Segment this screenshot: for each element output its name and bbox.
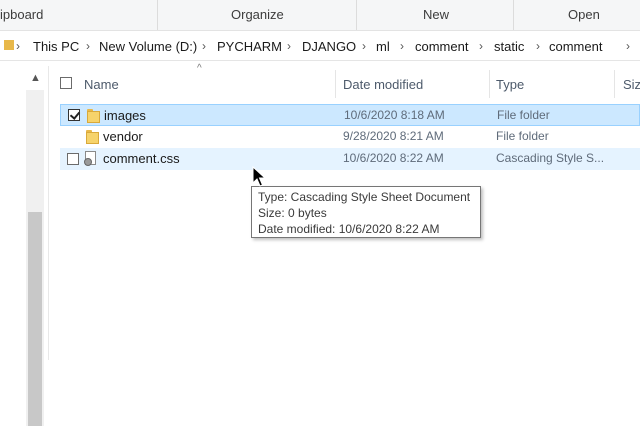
tooltip-size: Size: 0 bytes	[258, 206, 327, 220]
chevron-right-icon[interactable]: ›	[626, 39, 630, 53]
row-checkbox[interactable]	[67, 153, 79, 165]
file-date-modified: 9/28/2020 8:21 AM	[343, 129, 444, 143]
chevron-right-icon[interactable]: ›	[536, 39, 540, 53]
mouse-cursor-icon	[252, 165, 267, 191]
address-bar[interactable]: › This PC › New Volume (D:) › PYCHARM › …	[0, 34, 640, 61]
file-name: vendor	[103, 129, 143, 144]
column-divider[interactable]	[335, 70, 336, 98]
column-header-row: ^ Name Date modified Type Size	[52, 63, 640, 100]
ribbon-group-clipboard: ipboard	[0, 7, 44, 22]
chevron-right-icon[interactable]: ›	[362, 39, 366, 53]
ribbon-divider	[513, 0, 514, 30]
nav-scrollbar-thumb[interactable]	[28, 212, 42, 426]
chevron-right-icon[interactable]: ›	[86, 39, 90, 53]
breadcrumb-ml[interactable]: ml	[376, 39, 390, 54]
tooltip-type: Type: Cascading Style Sheet Document	[258, 190, 471, 204]
file-type: File folder	[496, 129, 549, 143]
ribbon-divider	[356, 0, 357, 30]
breadcrumb-django[interactable]: DJANGO	[302, 39, 356, 54]
file-name: comment.css	[103, 151, 180, 166]
column-header-size[interactable]: Size	[623, 77, 640, 92]
chevron-right-icon: ›	[16, 39, 20, 53]
ribbon-divider	[157, 0, 158, 30]
chevron-right-icon[interactable]: ›	[479, 39, 483, 53]
breadcrumb-static[interactable]: static	[494, 39, 524, 54]
file-row-images[interactable]: images 10/6/2020 8:18 AM File folder	[60, 104, 640, 126]
navigation-pane: ▲	[0, 66, 49, 426]
tooltip-date-modified: Date modified: 10/6/2020 8:22 AM	[258, 222, 440, 236]
file-info-tooltip: Type: Cascading Style Sheet Document Siz…	[251, 186, 481, 238]
column-header-name[interactable]: Name	[84, 77, 119, 92]
location-folder-icon	[4, 37, 14, 54]
sort-ascending-icon: ^	[197, 63, 202, 74]
breadcrumb-drive[interactable]: New Volume (D:)	[99, 39, 197, 54]
file-row-vendor[interactable]: vendor 9/28/2020 8:21 AM File folder	[60, 126, 640, 148]
file-type: File folder	[497, 108, 550, 122]
ribbon-group-organize: Organize	[231, 7, 284, 22]
column-header-date-modified[interactable]: Date modified	[343, 77, 423, 92]
file-row-comment-css[interactable]: comment.css 10/6/2020 8:22 AM Cascading …	[60, 148, 640, 170]
chevron-right-icon[interactable]: ›	[202, 39, 206, 53]
ribbon-group-open: Open	[568, 7, 600, 22]
scroll-up-icon[interactable]: ▲	[30, 72, 41, 84]
chevron-right-icon[interactable]: ›	[400, 39, 404, 53]
ribbon: ipboard Organize New Open	[0, 0, 640, 31]
column-divider[interactable]	[489, 70, 490, 98]
file-name: images	[104, 108, 146, 123]
column-divider[interactable]	[614, 70, 615, 98]
folder-icon	[87, 108, 100, 123]
breadcrumb-this-pc[interactable]: This PC	[33, 39, 79, 54]
css-file-icon	[84, 151, 98, 166]
breadcrumb-comment[interactable]: comment	[415, 39, 468, 54]
file-date-modified: 10/6/2020 8:18 AM	[344, 108, 445, 122]
file-type: Cascading Style S...	[496, 151, 605, 165]
file-date-modified: 10/6/2020 8:22 AM	[343, 151, 444, 165]
chevron-right-icon[interactable]: ›	[287, 39, 291, 53]
row-checkbox[interactable]	[68, 109, 80, 121]
column-header-type[interactable]: Type	[496, 77, 524, 92]
breadcrumb-comment-current[interactable]: comment	[549, 39, 602, 54]
select-all-checkbox[interactable]	[60, 77, 72, 89]
breadcrumb-pycharm[interactable]: PYCHARM	[217, 39, 282, 54]
ribbon-group-new: New	[423, 7, 450, 22]
folder-icon	[86, 129, 99, 144]
